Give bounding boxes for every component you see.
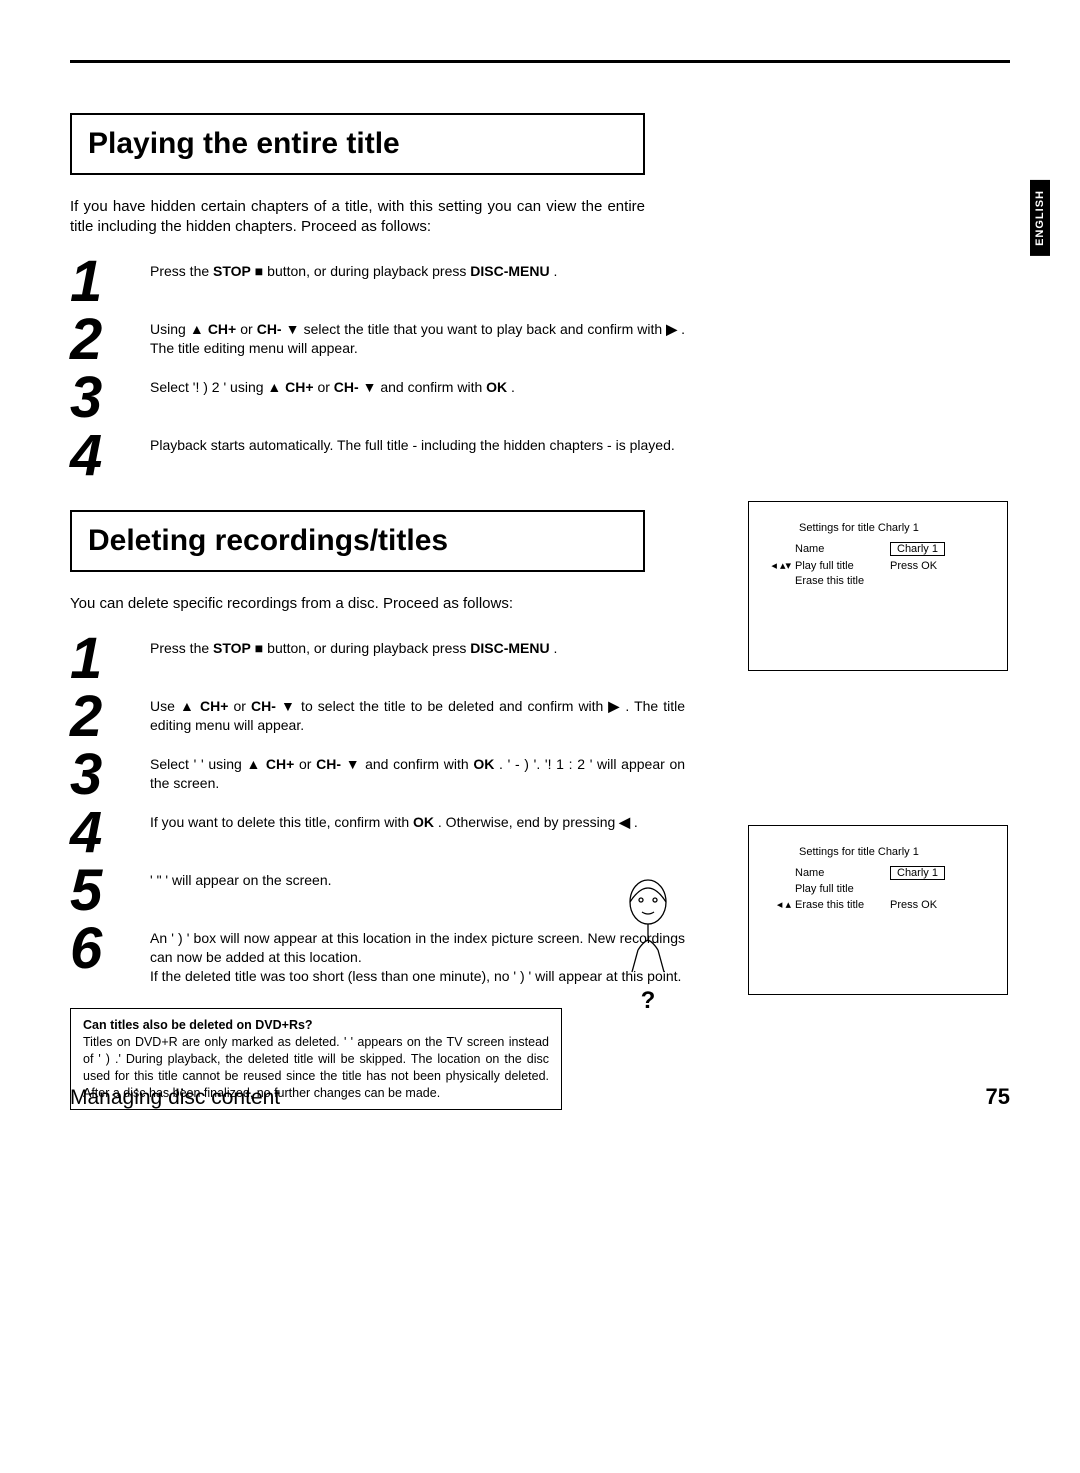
step-number: 3	[70, 749, 150, 801]
step-text: Press the STOP ■ button, or during playb…	[150, 633, 685, 658]
step-number: 1	[70, 633, 150, 685]
osd-row-label: Erase this title	[795, 575, 890, 587]
step-text: Using ▲ CH+ or CH- ▼ select the title th…	[150, 314, 685, 358]
osd-row-label: Erase this title	[795, 899, 890, 911]
step-text: Select ' ' using ▲ CH+ or CH- ▼ and conf…	[150, 749, 685, 793]
down-icon: ▼	[363, 379, 377, 395]
step-text: Playback starts automatically. The full …	[150, 430, 685, 455]
step-number: 2	[70, 691, 150, 743]
step-number: 6	[70, 923, 150, 975]
step-number: 3	[70, 372, 150, 424]
intro-deleting-recordings: You can delete specific recordings from …	[70, 594, 645, 614]
right-icon: ▶	[666, 321, 677, 337]
step-number: 4	[70, 430, 150, 482]
language-tab: ENGLISH	[1030, 180, 1050, 256]
osd-settings-erase: Settings for title Charly 1 Name Charly …	[748, 825, 1008, 995]
stop-icon: ■	[255, 640, 263, 656]
up-icon: ▴	[785, 898, 791, 911]
down-icon: ▼	[286, 321, 300, 337]
steps-deleting-recordings: 1 Press the STOP ■ button, or during pla…	[70, 633, 685, 987]
heading-play-entire-title: Playing the entire title	[70, 113, 645, 175]
osd-row-label: Name	[795, 867, 890, 879]
down-icon: ▼	[281, 698, 296, 714]
step-text: An ' ) ' box will now appear at this loc…	[150, 923, 685, 986]
up-icon: ▲	[247, 756, 262, 772]
step-number: 1	[70, 256, 150, 308]
top-rule	[70, 60, 1010, 63]
step-number: 5	[70, 865, 150, 917]
osd-row-label: Play full title	[795, 883, 890, 895]
stop-icon: ■	[255, 263, 263, 279]
step-text: ' " ' will appear on the screen.	[150, 865, 685, 890]
question-mark-icon: ?	[608, 987, 688, 1015]
intro-play-entire-title: If you have hidden certain chapters of a…	[70, 197, 645, 238]
footer-section-title: Managing disc content	[70, 1086, 280, 1110]
up-icon: ▲	[190, 321, 204, 337]
osd-row-label: Name	[795, 543, 890, 555]
steps-play-entire-title: 1 Press the STOP ■ button, or during pla…	[70, 256, 685, 483]
tip-heading: Can titles also be deleted on DVD+Rs?	[83, 1018, 313, 1032]
step-text: If you want to delete this title, confir…	[150, 807, 685, 832]
osd-row-label: Play full title	[795, 560, 890, 572]
step-number: 2	[70, 314, 150, 366]
osd-heading: Settings for title Charly 1	[799, 846, 993, 858]
osd-settings-play: Settings for title Charly 1 Name Charly …	[748, 501, 1008, 671]
footer-page-number: 75	[986, 1084, 1010, 1110]
left-icon: ◂	[777, 898, 783, 911]
step-number: 4	[70, 807, 150, 859]
osd-row-value: Charly 1	[890, 866, 945, 880]
up-icon: ▲	[267, 379, 281, 395]
up-icon: ▲	[180, 698, 195, 714]
right-icon: ▶	[608, 698, 620, 714]
heading-deleting-recordings: Deleting recordings/titles	[70, 510, 645, 572]
step-text: Select '! ) 2 ' using ▲ CH+ or CH- ▼ and…	[150, 372, 685, 397]
left-icon: ◂	[771, 559, 777, 572]
left-icon: ◀	[619, 814, 630, 830]
osd-heading: Settings for title Charly 1	[799, 522, 993, 534]
down-icon: ▼	[346, 756, 361, 772]
step-text: Use ▲ CH+ or CH- ▼ to select the title t…	[150, 691, 685, 735]
osd-row-value: Charly 1	[890, 542, 945, 556]
osd-row-value: Press OK	[890, 560, 937, 572]
page-footer: Managing disc content 75	[70, 1084, 1010, 1110]
tip-illustration: ?	[608, 872, 688, 1012]
step-text: Press the STOP ■ button, or during playb…	[150, 256, 685, 281]
osd-row-value: Press OK	[890, 899, 937, 911]
page-content: ENGLISH Playing the entire title If you …	[0, 0, 1080, 1140]
updown-icon: ▴▾	[780, 559, 791, 572]
